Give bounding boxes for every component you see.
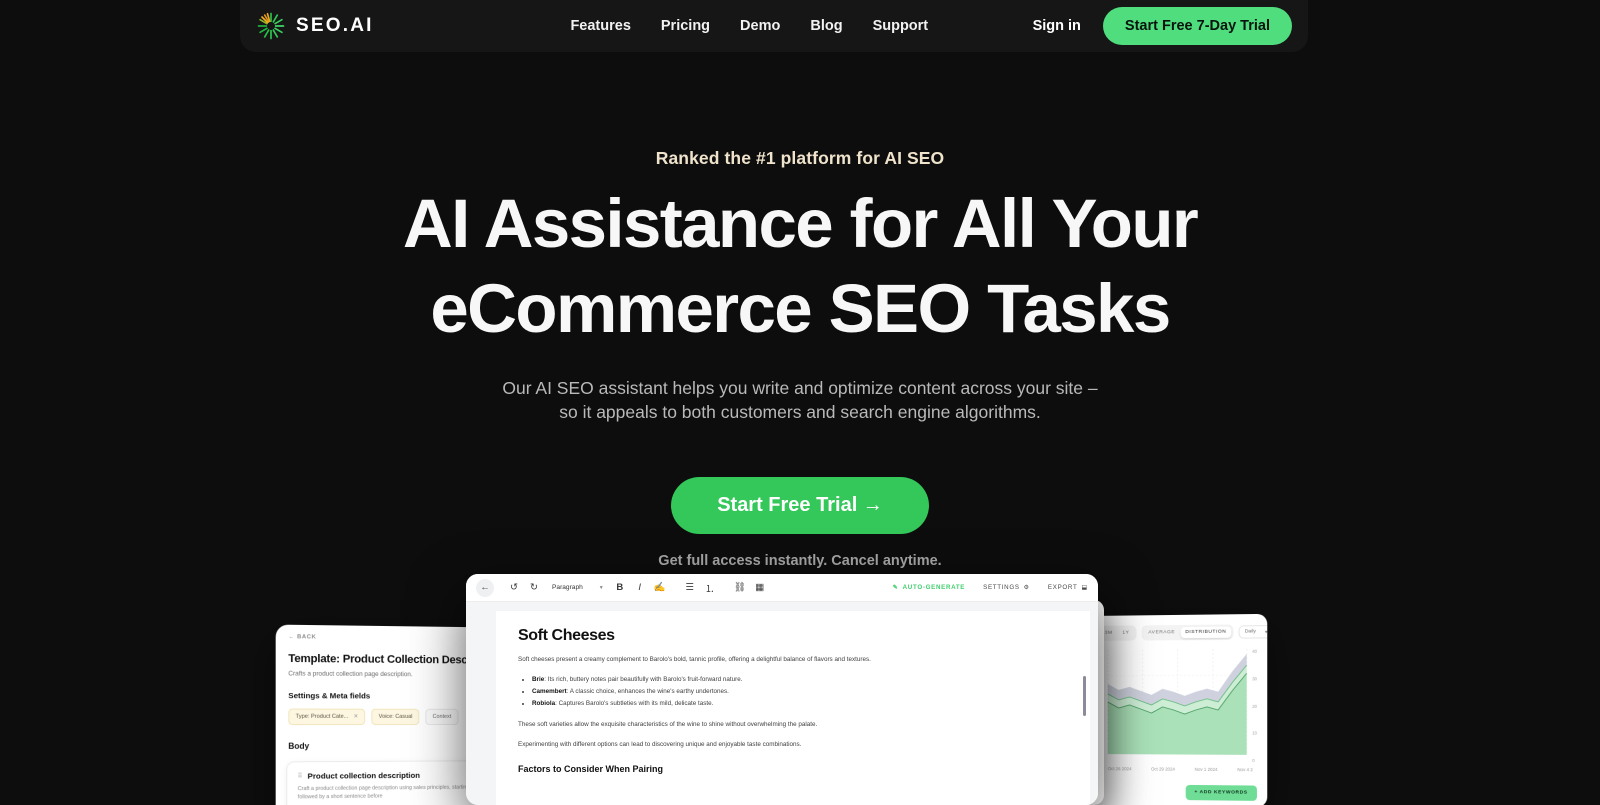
hero-title-line-1: AI Assistance for All Your — [402, 185, 1199, 262]
nav-actions: Sign in Start Free 7-Day Trial — [1033, 7, 1292, 45]
back-arrow-icon[interactable]: ← — [476, 578, 494, 597]
editor-toolbar: ← ↺ ↻ Paragraph ▼ B I ✍ ☰ ⒈ ⛓ ▦ ✎ AUTO-G… — [466, 574, 1098, 602]
chip-type-label: Type: Product Cate... — [295, 713, 349, 720]
chip-context[interactable]: Context — [425, 708, 459, 726]
table-icon[interactable]: ▦ — [750, 578, 770, 597]
auto-generate-label: AUTO-GENERATE — [902, 584, 966, 591]
hero-eyebrow: Ranked the #1 platform for AI SEO — [655, 148, 945, 168]
x-tick: Nov 1 2024 — [1194, 766, 1218, 772]
chart-x-axis: Oct 26 2024 Oct 29 2024 Nov 1 2024 Nov 4… — [1098, 762, 1257, 772]
y-tick: 0 — [1252, 757, 1255, 764]
document-bullet-list: Brie: Its rich, buttery notes pair beaut… — [532, 674, 1068, 710]
nav-item-support[interactable]: Support — [873, 18, 929, 34]
gear-icon: ⚙ — [1023, 584, 1030, 591]
bullet-term-camembert: Camembert — [532, 688, 567, 696]
document-heading-1: Soft Cheeses — [518, 627, 615, 644]
chip-voice[interactable]: Voice: Casual — [371, 708, 420, 726]
nav-item-features[interactable]: Features — [570, 18, 630, 34]
chevron-down-icon: ▼ — [1264, 629, 1268, 635]
close-icon[interactable]: ✕ — [353, 714, 358, 720]
redo-icon[interactable]: ↻ — [524, 578, 544, 597]
editor-stage: Soft Cheeses Soft cheeses present a crea… — [466, 602, 1098, 805]
bullet-term-robiola: Robiola — [532, 700, 556, 708]
bullet-text-robiola: : Captures Barolo's subtleties with its … — [555, 700, 714, 708]
brand-logo[interactable]: SEO.AI — [256, 11, 486, 41]
nav-start-trial-button[interactable]: Start Free 7-Day Trial — [1102, 7, 1292, 45]
hero-start-trial-button[interactable]: Start Free Trial → — [671, 477, 929, 535]
sign-in-link[interactable]: Sign in — [1033, 18, 1081, 34]
export-label: EXPORT — [1047, 584, 1078, 591]
bullet-text-brie: : Its rich, buttery notes pair beautiful… — [544, 676, 743, 684]
add-keywords-button[interactable]: + ADD KEYWORDS — [1185, 784, 1257, 801]
product-showcase: ← BACK Template: Product Collection Desc… — [0, 560, 1600, 805]
link-icon[interactable]: ⛓ — [730, 578, 750, 597]
bullet-text-camembert: : A classic choice, enhances the wine's … — [566, 688, 729, 696]
list-item: Robiola: Captures Barolo's subtleties wi… — [532, 698, 1068, 710]
seo-ai-burst-icon — [256, 11, 286, 41]
chart-y-axis: 40 30 20 10 0 — [1252, 649, 1257, 763]
document-paragraph-2: These soft varieties allow the exquisite… — [518, 721, 818, 729]
nav-item-pricing[interactable]: Pricing — [661, 18, 710, 34]
hero-subtitle: Our AI SEO assistant helps you write and… — [502, 378, 1098, 423]
block-style-select[interactable]: Paragraph ▼ — [552, 584, 604, 591]
ordered-list-icon[interactable]: ⒈ — [700, 578, 720, 597]
tab-distribution[interactable]: DISTRIBUTION — [1180, 626, 1232, 639]
analytics-panel: 3M 1Y AVERAGE DISTRIBUTION Daily ▼ 40 30… — [1088, 613, 1268, 805]
top-navigation-bar: SEO.AI Features Pricing Demo Blog Suppor… — [240, 0, 1308, 52]
magic-wand-icon: ✎ — [892, 584, 899, 591]
x-tick: Oct 29 2024 — [1150, 766, 1175, 772]
export-button[interactable]: EXPORT ⬓ — [1048, 584, 1088, 591]
highlight-icon[interactable]: ✍ — [650, 578, 670, 597]
interval-select[interactable]: Daily ▼ — [1238, 625, 1268, 639]
y-tick: 40 — [1252, 648, 1257, 654]
bullet-list-icon[interactable]: ☰ — [680, 578, 700, 597]
block-style-value: Paragraph — [552, 584, 583, 591]
export-icon: ⬓ — [1081, 584, 1088, 591]
nav-item-blog[interactable]: Blog — [810, 18, 842, 34]
bullet-term-brie: Brie — [532, 676, 545, 684]
list-item: Camembert: A classic choice, enhances th… — [532, 686, 1068, 698]
y-tick: 10 — [1252, 730, 1257, 736]
mode-tab-group: AVERAGE DISTRIBUTION — [1141, 624, 1234, 641]
chart-svg — [1098, 649, 1257, 763]
y-tick: 30 — [1252, 676, 1257, 682]
chevron-down-icon: ▼ — [598, 584, 604, 591]
tab-average[interactable]: AVERAGE — [1143, 627, 1180, 638]
settings-label: SETTINGS — [983, 584, 1020, 591]
chip-type[interactable]: Type: Product Cate... ✕ — [288, 708, 366, 726]
template-card-title: Product collection description — [307, 770, 420, 781]
analytics-tab-bar: 3M 1Y AVERAGE DISTRIBUTION Daily ▼ — [1097, 624, 1268, 641]
x-tick: Nov 4 2 — [1237, 767, 1253, 773]
settings-button[interactable]: SETTINGS ⚙ — [983, 584, 1030, 591]
document-paragraph-3: Experimenting with different options can… — [518, 741, 802, 749]
nav-links: Features Pricing Demo Blog Support — [466, 18, 1033, 34]
y-tick: 20 — [1252, 703, 1257, 709]
drag-handle-icon[interactable]: ⠿ — [298, 773, 303, 780]
brand-wordmark: SEO.AI — [296, 15, 374, 36]
document-heading-2: Factors to Consider When Pairing — [518, 764, 664, 775]
page-title: AI Assistance for All Your eCommerce SEO… — [0, 189, 1600, 343]
undo-icon[interactable]: ↺ — [504, 578, 524, 597]
keyword-distribution-chart: 40 30 20 10 0 — [1098, 648, 1257, 763]
italic-icon[interactable]: I — [630, 578, 650, 597]
hero-section: Ranked the #1 platform for AI SEO AI Ass… — [0, 52, 1600, 569]
list-item: Brie: Its rich, buttery notes pair beaut… — [532, 674, 1068, 686]
editor-scrollbar[interactable] — [1083, 676, 1086, 716]
editor-document[interactable]: Soft Cheeses Soft cheeses present a crea… — [496, 611, 1090, 805]
hero-title-line-2: eCommerce SEO Tasks — [430, 270, 1171, 347]
nav-item-demo[interactable]: Demo — [740, 18, 780, 34]
tab-1y[interactable]: 1Y — [1117, 628, 1134, 639]
interval-value: Daily — [1244, 629, 1256, 635]
content-editor-panel: ← ↺ ↻ Paragraph ▼ B I ✍ ☰ ⒈ ⛓ ▦ ✎ AUTO-G… — [466, 574, 1098, 805]
document-intro-paragraph: Soft cheeses present a creamy complement… — [518, 656, 871, 663]
x-tick: Oct 26 2024 — [1107, 766, 1132, 772]
auto-generate-button[interactable]: ✎ AUTO-GENERATE — [893, 584, 965, 591]
bold-icon[interactable]: B — [610, 578, 630, 597]
